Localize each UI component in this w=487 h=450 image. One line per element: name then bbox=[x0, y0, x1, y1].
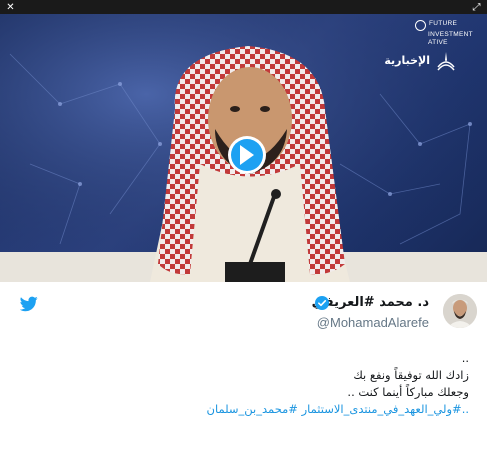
tweet-card: د. محمد #العريفي @MohamadAlarefe .. زادك… bbox=[0, 282, 487, 450]
display-name[interactable]: د. محمد #العريفي bbox=[312, 295, 429, 310]
user-handle[interactable]: @MohamadAlarefe bbox=[317, 315, 429, 330]
tweet-text: .. زادك الله توفيقاً ونفع بك وجعلك مبارك… bbox=[19, 350, 469, 418]
video-top-bar: ✕ ⤢ bbox=[0, 0, 487, 14]
channel-name: الإخبارية bbox=[384, 54, 430, 67]
saudi-emblem-icon bbox=[437, 52, 455, 71]
play-icon bbox=[240, 145, 254, 165]
tweet-hashtags[interactable]: ..#ولي_العهد_في_منتدى_الاستثمار #محمد_بن… bbox=[19, 401, 469, 418]
event-logo-line-2: INVESTMENT bbox=[428, 31, 473, 38]
tweet-line-1: .. bbox=[461, 351, 469, 365]
expand-icon[interactable]: ⤢ bbox=[471, 2, 482, 13]
video-player[interactable]: FUTURE INVESTMENT ATIVE الإخبارية bbox=[0, 14, 487, 282]
event-logo-mark bbox=[415, 20, 426, 31]
event-logo-line-1: FUTURE bbox=[429, 20, 458, 27]
tweet-line-3: وجعلك مباركاً أينما كنت .. bbox=[347, 385, 469, 399]
twitter-bird-icon[interactable] bbox=[20, 296, 38, 312]
avatar[interactable] bbox=[443, 294, 477, 328]
event-logo-line-3: ATIVE bbox=[428, 38, 448, 46]
close-icon[interactable]: ✕ bbox=[5, 2, 16, 13]
avatar-image bbox=[443, 294, 477, 328]
play-button[interactable] bbox=[228, 136, 266, 174]
tweet-line-2: زادك الله توفيقاً ونفع بك bbox=[353, 368, 469, 382]
verified-badge-icon bbox=[315, 296, 329, 310]
